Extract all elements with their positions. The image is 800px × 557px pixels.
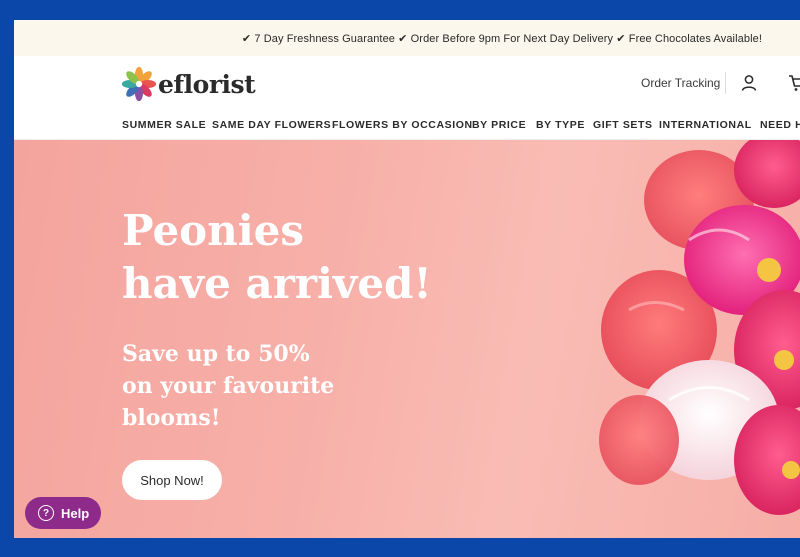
nav-item-by-price[interactable]: BY PRICE: [472, 119, 526, 131]
promo-bar: ✔ 7 Day Freshness Guarantee ✔ Order Befo…: [14, 20, 800, 56]
hero-subtitle-line-2: on your favourite: [122, 373, 335, 399]
hero-banner: Peonies have arrived! Save up to 50% on …: [14, 140, 800, 538]
flower-logo-icon: [121, 66, 157, 102]
hero-subtitle-line-3: blooms!: [122, 405, 221, 431]
nav-item-by-type[interactable]: BY TYPE: [536, 119, 585, 131]
hero-title-line-1: Peonies: [122, 206, 305, 255]
question-icon: ?: [38, 505, 54, 521]
browser-viewport: ✔ 7 Day Freshness Guarantee ✔ Order Befo…: [14, 20, 800, 538]
nav-item-summer-sale[interactable]: SUMMER SALE: [122, 119, 206, 131]
site-logo[interactable]: eflorist: [121, 66, 256, 102]
shop-now-button[interactable]: Shop Now!: [122, 460, 222, 500]
nav-item-flowers-by-occasion[interactable]: FLOWERS BY OCCASION: [332, 119, 473, 131]
hero-title-line-2: have arrived!: [122, 259, 432, 308]
main-nav: SUMMER SALE SAME DAY FLOWERS FLOWERS BY …: [14, 114, 800, 140]
user-icon[interactable]: [740, 74, 758, 92]
peony-bouquet-image: [599, 140, 800, 515]
nav-item-same-day-flowers[interactable]: SAME DAY FLOWERS: [212, 119, 331, 131]
nav-item-international[interactable]: INTERNATIONAL: [659, 119, 752, 131]
promo-text: ✔ 7 Day Freshness Guarantee ✔ Order Befo…: [241, 32, 762, 45]
hero-subtitle-line-1: Save up to 50%: [122, 341, 310, 367]
help-label: Help: [61, 505, 90, 521]
logo-wordmark: eflorist: [158, 69, 256, 99]
cart-icon[interactable]: [788, 74, 800, 92]
hero-subtitle: Save up to 50% on your favourite blooms!: [122, 338, 334, 434]
header-divider: [725, 72, 726, 94]
order-tracking-link[interactable]: Order Tracking: [641, 76, 720, 90]
nav-item-gift-sets[interactable]: GIFT SETS: [593, 119, 653, 131]
site-header: eflorist Order Tracking: [14, 56, 800, 114]
help-button[interactable]: ? Help: [25, 497, 101, 529]
nav-item-need-help[interactable]: NEED H: [760, 119, 800, 131]
hero-title: Peonies have arrived!: [122, 204, 432, 310]
